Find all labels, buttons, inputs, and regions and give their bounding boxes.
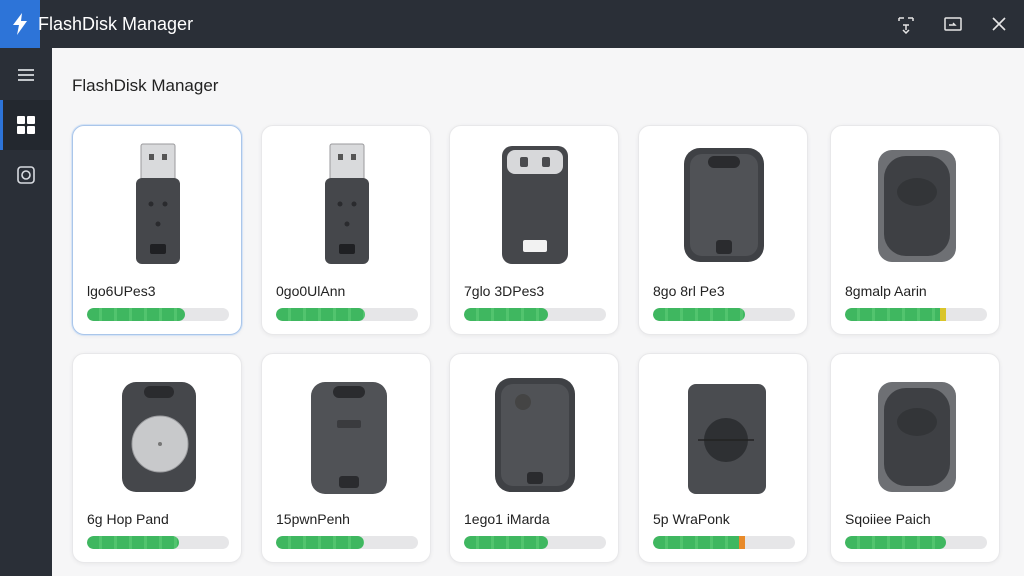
close-button[interactable]: [985, 10, 1013, 38]
device-card[interactable]: 7glo 3DPes3: [449, 125, 619, 335]
snap-icon: [898, 17, 914, 34]
sidebar-item-dashboard[interactable]: [0, 100, 52, 150]
puck-drive-icon: [122, 382, 196, 492]
device-card[interactable]: 6g Hop Pand: [72, 353, 242, 563]
snap-button[interactable]: [892, 10, 920, 38]
sidebar-item-menu[interactable]: [0, 50, 52, 100]
device-name: 7glo 3DPes3: [464, 283, 545, 299]
usage-fill: [653, 308, 746, 321]
usage-bar: [87, 536, 229, 549]
usage-bar: [87, 308, 229, 321]
menu-icon: [18, 69, 34, 81]
sidebar-item-settings[interactable]: [0, 150, 52, 200]
dial-drive-icon: [688, 384, 766, 494]
usage-bar: [276, 308, 418, 321]
usage-fill: [276, 536, 365, 549]
device-card[interactable]: Ɩgo6UPes3: [72, 125, 242, 335]
device-card[interactable]: 15pwnPenh: [261, 353, 431, 563]
close-icon: [992, 17, 1006, 31]
device-card[interactable]: 0go0UlAnn: [261, 125, 431, 335]
device-card[interactable]: 8gmalp Aarin: [830, 125, 1000, 335]
device-name: 5p WraPonk: [653, 511, 730, 527]
page-title: FlashDisk Manager: [72, 76, 219, 95]
device-name: 6g Hop Pand: [87, 511, 169, 527]
rugged-drive-icon: [684, 148, 764, 262]
main-content: FlashDisk Manager Ɩgo6UPes3 0go0UlAnn 7g…: [52, 48, 1024, 576]
device-name: 8go 8rl Pe3: [653, 283, 725, 299]
slim-drive-icon: [311, 382, 387, 494]
usage-bar: [464, 308, 606, 321]
usb-c-drive-icon: [502, 146, 568, 264]
device-card[interactable]: 1ego1 iMarda: [449, 353, 619, 563]
device-name: 1ego1 iMarda: [464, 511, 550, 527]
usage-fill: [464, 308, 548, 321]
app-window: FlashDisk Manager FlashDisk Manager Ɩgo6…: [0, 0, 1024, 576]
device-name: 0go0UlAnn: [276, 283, 346, 299]
title-bar: FlashDisk Manager: [0, 0, 1024, 48]
usage-bar: [276, 536, 418, 549]
device-card[interactable]: 8go 8rl Pe3: [638, 125, 808, 335]
usage-bar: [464, 536, 606, 549]
device-card[interactable]: 5p WraPonk: [638, 353, 808, 563]
device-card[interactable]: Sqoiiee Paich: [830, 353, 1000, 563]
restore-icon: [944, 17, 962, 31]
dashboard-icon: [17, 116, 35, 134]
usage-fill: [464, 536, 548, 549]
lightning-icon: [0, 0, 40, 48]
device-name: Ɩgo6UPes3: [87, 283, 156, 299]
app-title: FlashDisk Manager: [38, 14, 194, 34]
usage-fill: [845, 308, 946, 321]
settings-icon: [17, 166, 35, 184]
usage-bar: [653, 536, 795, 549]
device-name: 15pwnPenh: [276, 511, 350, 527]
usage-fill: [653, 536, 746, 549]
usage-bar: [845, 308, 987, 321]
usage-bar: [845, 536, 987, 549]
usage-fill: [276, 308, 366, 321]
usage-fill: [87, 536, 180, 549]
device-name: 8gmalp Aarin: [845, 283, 927, 299]
rugged-drive-icon: [495, 378, 575, 492]
device-name: Sqoiiee Paich: [845, 511, 931, 527]
usb-drive-icon: [136, 143, 180, 264]
rugged-drive-icon: [878, 382, 956, 492]
usage-bar: [653, 308, 795, 321]
rugged-drive-icon: [878, 150, 956, 262]
usage-fill: [87, 308, 185, 321]
usb-drive-icon: [325, 143, 369, 264]
sidebar: [0, 48, 52, 576]
usage-fill: [845, 536, 946, 549]
restore-button[interactable]: [939, 10, 967, 38]
